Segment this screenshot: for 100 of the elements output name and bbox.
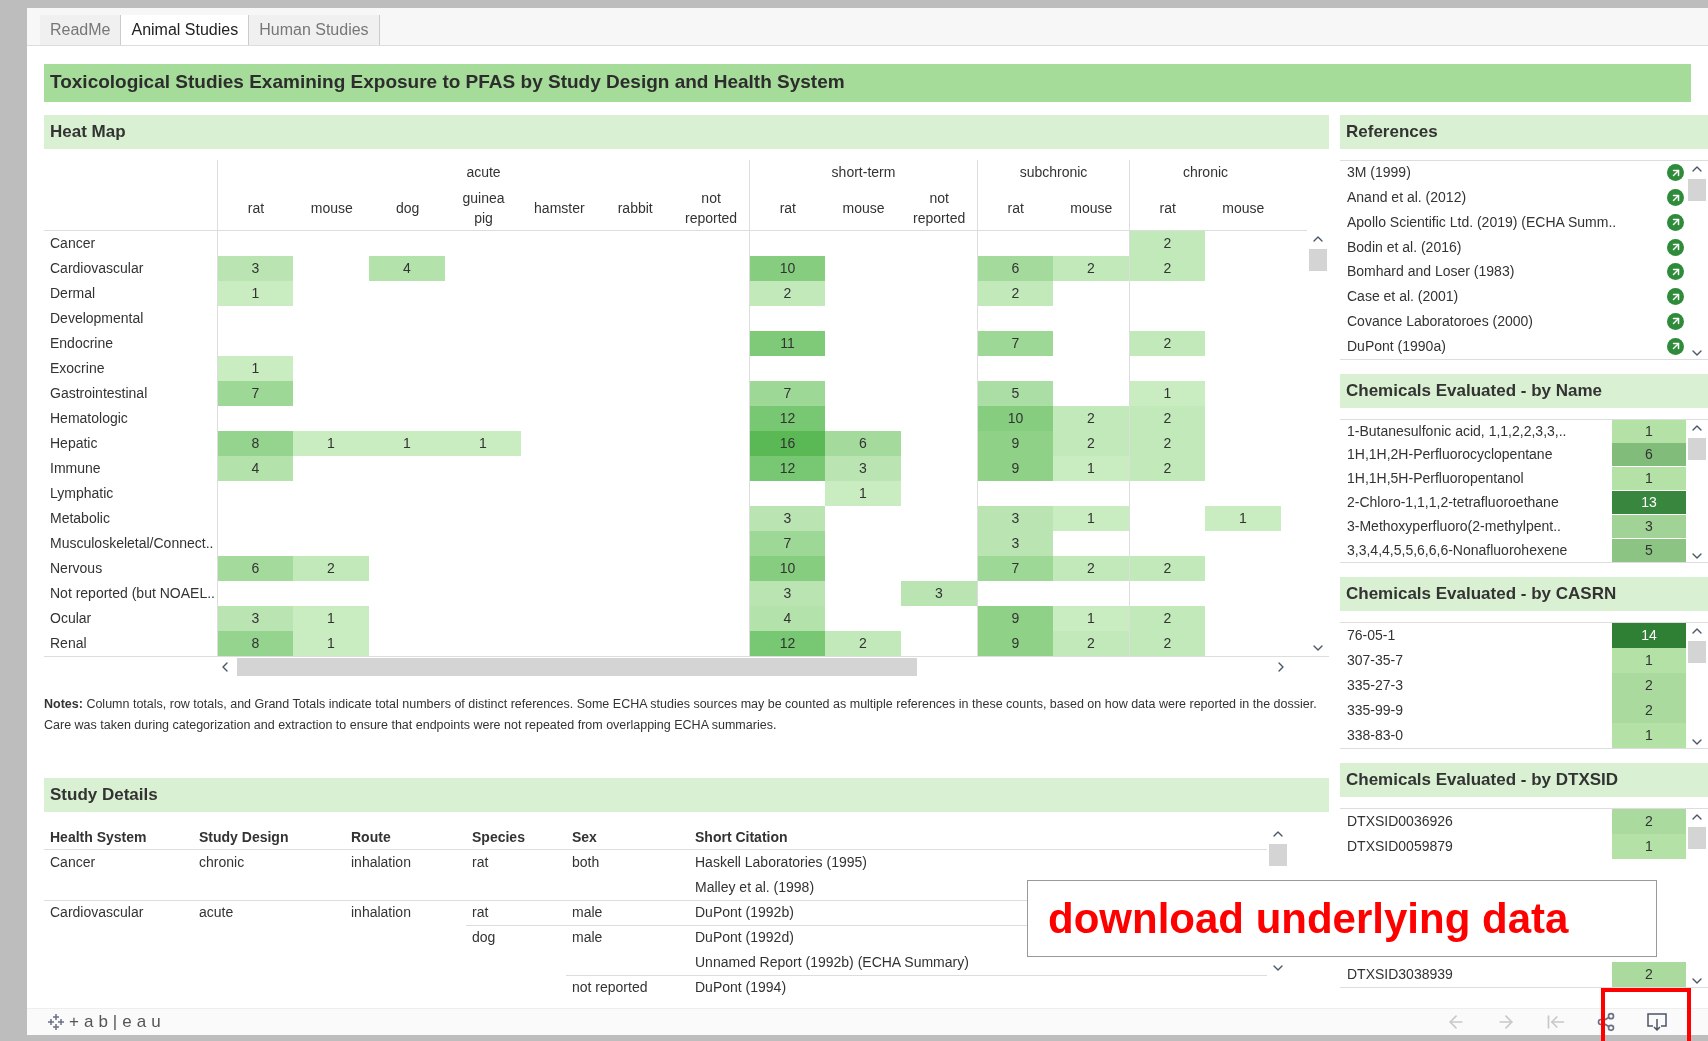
heat-cell[interactable]: 6 xyxy=(978,255,1053,281)
heat-cell[interactable]: 1 xyxy=(293,430,369,456)
heat-cell[interactable]: 7 xyxy=(750,530,825,556)
heat-cell[interactable]: 5 xyxy=(978,380,1053,406)
heat-cell[interactable]: 3 xyxy=(978,505,1053,531)
heat-cell[interactable]: 1 xyxy=(1053,505,1129,531)
open-link-icon[interactable] xyxy=(1667,337,1684,355)
reference-link[interactable]: Case et al. (2001) xyxy=(1340,286,1667,308)
heat-cell[interactable]: 2 xyxy=(1130,430,1205,456)
chemical-label[interactable]: 76-05-1 xyxy=(1340,624,1612,646)
heat-cell[interactable]: 2 xyxy=(1130,230,1205,256)
heat-cell[interactable]: 6 xyxy=(218,555,293,581)
chemical-label[interactable]: 1H,1H,5H-Perfluoropentanol xyxy=(1340,468,1612,490)
reference-link[interactable]: 3M (1999) xyxy=(1340,162,1667,184)
heat-cell[interactable]: 1 xyxy=(218,355,293,381)
heat-cell[interactable]: 6 xyxy=(825,430,901,456)
heat-cell[interactable]: 9 xyxy=(978,455,1053,481)
heat-cell[interactable]: 1 xyxy=(218,280,293,306)
open-link-icon[interactable] xyxy=(1667,164,1684,182)
scrollbar-thumb[interactable] xyxy=(1688,640,1706,663)
open-link-icon[interactable] xyxy=(1667,263,1684,281)
heat-cell[interactable]: 2 xyxy=(1130,405,1205,431)
heat-cell[interactable]: 7 xyxy=(218,380,293,406)
heat-cell[interactable]: 1 xyxy=(369,430,445,456)
heat-cell[interactable]: 4 xyxy=(369,255,445,281)
open-link-icon[interactable] xyxy=(1667,288,1684,306)
heat-cell[interactable]: 1 xyxy=(445,430,521,456)
reference-link[interactable]: Anand et al. (2012) xyxy=(1340,187,1667,209)
heat-cell[interactable]: 2 xyxy=(1053,255,1129,281)
heat-cell[interactable]: 2 xyxy=(1130,630,1205,656)
heat-cell[interactable]: 12 xyxy=(750,455,825,481)
heat-cell[interactable]: 3 xyxy=(825,455,901,481)
scrollbar-thumb[interactable] xyxy=(1688,437,1706,460)
heat-cell[interactable]: 2 xyxy=(1130,455,1205,481)
heat-cell[interactable]: 12 xyxy=(750,630,825,656)
heat-cell[interactable]: 3 xyxy=(750,505,825,531)
heat-cell[interactable]: 10 xyxy=(750,555,825,581)
chemical-label[interactable]: 335-99-9 xyxy=(1340,699,1612,721)
reference-link[interactable]: Covance Laboratoroes (2000) xyxy=(1340,310,1667,332)
heat-cell[interactable]: 7 xyxy=(978,555,1053,581)
heat-cell[interactable]: 8 xyxy=(218,430,293,456)
heat-cell[interactable]: 10 xyxy=(978,405,1053,431)
heat-cell[interactable]: 8 xyxy=(218,630,293,656)
open-link-icon[interactable] xyxy=(1667,189,1684,207)
heat-cell[interactable]: 3 xyxy=(978,530,1053,556)
heat-cell[interactable]: 7 xyxy=(750,380,825,406)
reference-link[interactable]: Bomhard and Loser (1983) xyxy=(1340,261,1667,283)
heat-cell[interactable]: 11 xyxy=(750,330,825,356)
heat-cell[interactable]: 1 xyxy=(293,605,369,631)
chemical-label[interactable]: 1H,1H,2H-Perfluorocyclopentane xyxy=(1340,444,1612,466)
tab[interactable]: Human Studies xyxy=(249,14,380,45)
heat-cell[interactable]: 1 xyxy=(293,630,369,656)
heat-cell[interactable]: 2 xyxy=(1130,555,1205,581)
chemical-label[interactable]: 3,3,4,4,5,5,6,6,6-Nonafluorohexene xyxy=(1340,539,1612,561)
heat-cell[interactable]: 2 xyxy=(1053,405,1129,431)
tab[interactable]: Animal Studies xyxy=(121,14,250,45)
heat-cell[interactable]: 2 xyxy=(1130,330,1205,356)
chemical-label[interactable]: DTXSID0059879 xyxy=(1340,835,1612,857)
heat-cell[interactable]: 1 xyxy=(1130,380,1205,406)
heat-cell[interactable]: 2 xyxy=(1130,605,1205,631)
heat-cell[interactable]: 3 xyxy=(750,580,825,606)
heat-cell[interactable]: 3 xyxy=(901,580,977,606)
chemical-label[interactable]: 2-Chloro-1,1,1,2-tetrafluoroethane xyxy=(1340,491,1612,513)
chemical-label[interactable]: 338-83-0 xyxy=(1340,724,1612,746)
open-link-icon[interactable] xyxy=(1667,238,1684,256)
share-icon[interactable] xyxy=(1596,1011,1616,1032)
heat-cell[interactable]: 9 xyxy=(978,430,1053,456)
heat-cell[interactable]: 3 xyxy=(218,605,293,631)
heat-cell[interactable]: 4 xyxy=(218,455,293,481)
heat-cell[interactable]: 3 xyxy=(218,255,293,281)
heat-cell[interactable]: 1 xyxy=(1205,505,1281,531)
heat-cell[interactable]: 1 xyxy=(1053,605,1129,631)
heat-cell[interactable]: 2 xyxy=(293,555,369,581)
heat-cell[interactable]: 2 xyxy=(978,280,1053,306)
scrollbar-thumb[interactable] xyxy=(1688,178,1706,201)
reference-link[interactable]: Apollo Scientific Ltd. (2019) (ECHA Summ.. xyxy=(1340,211,1667,233)
heat-cell[interactable]: 2 xyxy=(750,280,825,306)
chemical-label[interactable]: DTXSID0036926 xyxy=(1340,810,1612,832)
heat-cell[interactable]: 7 xyxy=(978,330,1053,356)
reference-link[interactable]: DuPont (1990a) xyxy=(1340,335,1667,357)
heat-cell[interactable]: 16 xyxy=(750,430,825,456)
chemical-label[interactable]: 3-Methoxyperfluoro(2-methylpent.. xyxy=(1340,515,1612,537)
scrollbar-thumb[interactable] xyxy=(1309,248,1327,271)
heat-cell[interactable]: 2 xyxy=(1130,255,1205,281)
chemical-label[interactable]: 335-27-3 xyxy=(1340,674,1612,696)
tab[interactable]: ReadMe xyxy=(40,14,122,45)
heat-cell[interactable]: 4 xyxy=(750,605,825,631)
heat-cell[interactable]: 1 xyxy=(1053,455,1129,481)
heat-cell[interactable]: 2 xyxy=(1053,430,1129,456)
heat-cell[interactable]: 2 xyxy=(1053,555,1129,581)
scrollbar-thumb[interactable] xyxy=(1688,826,1706,849)
heat-cell[interactable]: 2 xyxy=(825,630,901,656)
reference-link[interactable]: Bodin et al. (2016) xyxy=(1340,236,1667,258)
heat-cell[interactable]: 1 xyxy=(825,480,901,506)
heat-cell[interactable]: 10 xyxy=(750,255,825,281)
chemical-label[interactable]: 1-Butanesulfonic acid, 1,1,2,2,3,3,.. xyxy=(1340,420,1612,442)
open-link-icon[interactable] xyxy=(1667,312,1684,330)
heat-cell[interactable]: 9 xyxy=(978,630,1053,656)
scrollbar-thumb[interactable] xyxy=(1269,843,1287,866)
open-link-icon[interactable] xyxy=(1667,213,1684,231)
